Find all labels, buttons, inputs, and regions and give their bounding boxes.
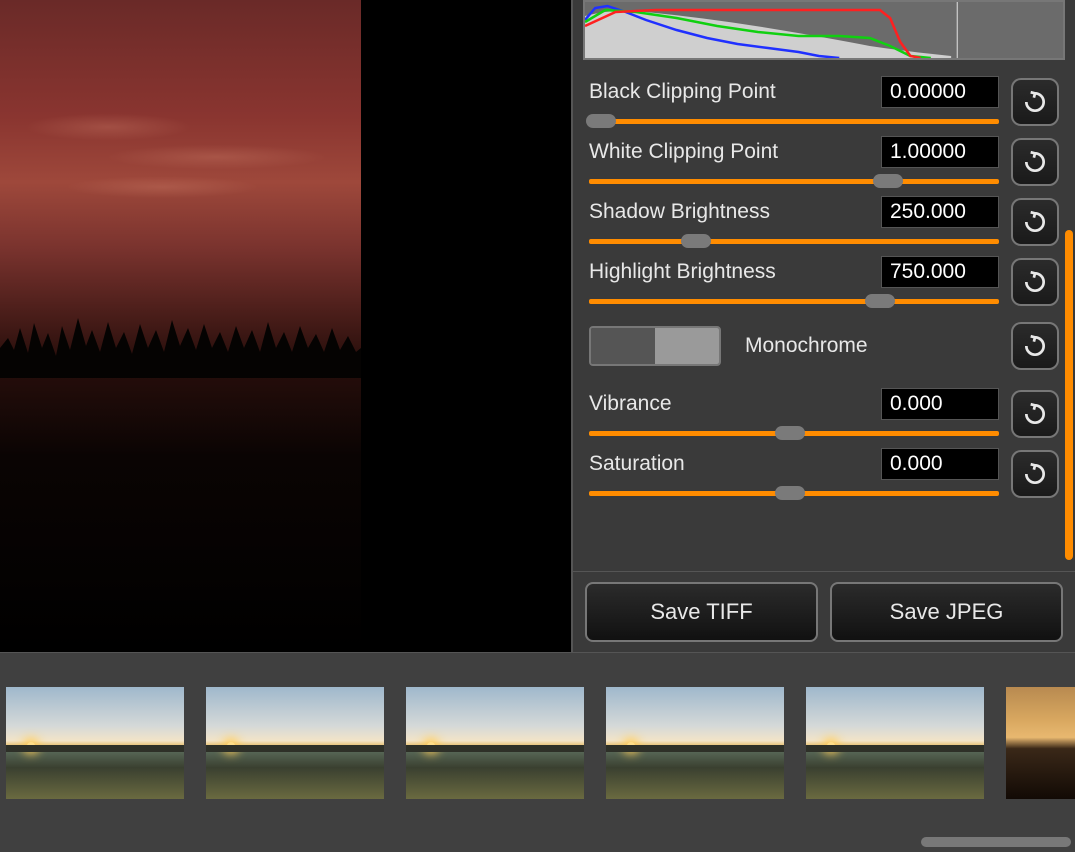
edit-panel: Black Clipping Point (572, 0, 1075, 652)
image-preview[interactable] (0, 0, 361, 652)
reset-icon (1022, 461, 1048, 487)
reset-icon (1022, 401, 1048, 427)
save-jpeg-button[interactable]: Save JPEG (830, 582, 1063, 642)
filmstrip-thumbnail[interactable] (406, 687, 584, 799)
white-clipping-slider[interactable] (589, 174, 999, 188)
filmstrip-thumbnail[interactable] (806, 687, 984, 799)
monochrome-label: Monochrome (745, 334, 999, 358)
filmstrip (0, 652, 1075, 852)
vibrance-label: Vibrance (589, 392, 672, 416)
white-clipping-label: White Clipping Point (589, 140, 778, 164)
filmstrip-thumbnail[interactable] (606, 687, 784, 799)
top-area: Black Clipping Point (0, 0, 1075, 652)
vibrance-slider[interactable] (589, 426, 999, 440)
reset-icon (1022, 149, 1048, 175)
saturation-value[interactable] (881, 448, 999, 480)
vibrance-value[interactable] (881, 388, 999, 420)
highlight-brightness-reset-button[interactable] (1011, 258, 1059, 306)
black-clipping-value[interactable] (881, 76, 999, 108)
black-clipping-slider[interactable] (589, 114, 999, 128)
shadow-brightness-label: Shadow Brightness (589, 200, 770, 224)
white-clipping-value[interactable] (881, 136, 999, 168)
monochrome-reset-button[interactable] (1011, 322, 1059, 370)
sliders-container: Black Clipping Point (573, 68, 1075, 571)
image-preview-area (0, 0, 572, 652)
shadow-brightness-slider[interactable] (589, 234, 999, 248)
filmstrip-thumbnail[interactable] (6, 687, 184, 799)
slider-white-clipping: White Clipping Point (573, 128, 1075, 188)
saturation-reset-button[interactable] (1011, 450, 1059, 498)
reset-icon (1022, 333, 1048, 359)
highlight-brightness-value[interactable] (881, 256, 999, 288)
slider-vibrance: Vibrance (573, 380, 1075, 440)
monochrome-toggle[interactable] (589, 326, 721, 366)
filmstrip-thumbnail[interactable] (1006, 687, 1075, 799)
black-clipping-label: Black Clipping Point (589, 80, 776, 104)
reset-icon (1022, 269, 1048, 295)
highlight-brightness-slider[interactable] (589, 294, 999, 308)
histogram[interactable] (583, 0, 1065, 60)
filmstrip-scrollbar[interactable] (0, 836, 1075, 848)
black-clipping-reset-button[interactable] (1011, 78, 1059, 126)
save-row: Save TIFF Save JPEG (573, 571, 1075, 652)
slider-highlight-brightness: Highlight Brightness (573, 248, 1075, 308)
shadow-brightness-value[interactable] (881, 196, 999, 228)
slider-shadow-brightness: Shadow Brightness (573, 188, 1075, 248)
slider-black-clipping: Black Clipping Point (573, 68, 1075, 128)
filmstrip-thumbnail[interactable] (206, 687, 384, 799)
reset-icon (1022, 209, 1048, 235)
app-root: Black Clipping Point (0, 0, 1075, 852)
white-clipping-reset-button[interactable] (1011, 138, 1059, 186)
panel-scrollbar[interactable] (1065, 230, 1073, 560)
shadow-brightness-reset-button[interactable] (1011, 198, 1059, 246)
preview-image-content (0, 0, 361, 652)
vibrance-reset-button[interactable] (1011, 390, 1059, 438)
saturation-slider[interactable] (589, 486, 999, 500)
saturation-label: Saturation (589, 452, 685, 476)
save-tiff-button[interactable]: Save TIFF (585, 582, 818, 642)
highlight-brightness-label: Highlight Brightness (589, 260, 776, 284)
slider-saturation: Saturation (573, 440, 1075, 500)
reset-icon (1022, 89, 1048, 115)
filmstrip-scrollbar-thumb[interactable] (921, 837, 1071, 847)
monochrome-row: Monochrome (573, 308, 1075, 380)
